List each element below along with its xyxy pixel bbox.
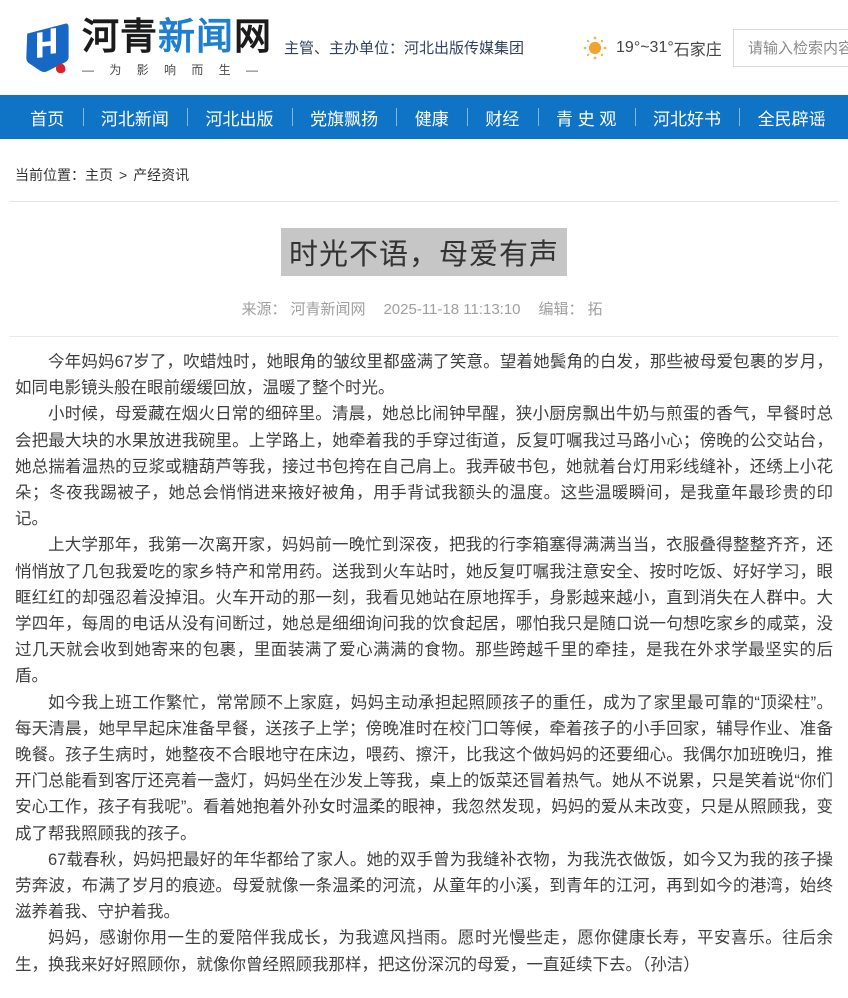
article-paragraph: 上大学那年，我第一次离开家，妈妈前一晚忙到深夜，把我的行李箱塞得满满当当，衣服叠… [15,532,833,689]
weather-widget: 19°~31°石家庄 [582,35,722,61]
site-logo[interactable]: 河青新闻网 — 为 影 响 而 生 — [20,18,272,78]
article-body: 今年妈妈67岁了，吹蜡烛时，她眼角的皱纹里都盛满了笑意。望着她鬓角的白发，那些被… [0,337,848,998]
site-name-part: 河青 [82,16,158,57]
article-paragraph: 如今我上班工作繁忙，常常顾不上家庭，妈妈主动承担起照顾孩子的重任，成为了家里最可… [15,690,833,847]
weather-temp-range: 19°~31° [616,39,674,57]
article-meta: 来源：河青新闻网 2025-11-18 11:13:10 编辑：拓 [0,298,848,319]
article-paragraph: 今年妈妈67岁了，吹蜡烛时，她眼角的皱纹里都盛满了笑意。望着她鬓角的白发，那些被… [15,349,833,401]
heqing-logo-icon [20,19,74,77]
article-page: 时光不语，母爱有声 来源：河青新闻网 2025-11-18 11:13:10 编辑：… [0,228,848,998]
nav-item-history-view[interactable]: 青 史 观 [538,105,635,130]
article-paragraph: 67载春秋，妈妈把最好的年华都给了家人。她的双手曾为我缝补衣物，为我洗衣做饭，如… [15,847,833,926]
site-name-part: 网 [234,16,272,57]
weather-city: 石家庄 [674,36,722,60]
sun-icon [582,35,608,61]
source-value: 河青新闻网 [290,301,365,318]
nav-item-party-flag[interactable]: 党旗飘扬 [292,105,397,130]
main-nav: 首页 河北新闻 河北出版 党旗飘扬 健康 财经 青 史 观 河北好书 全民辟谣 [0,95,848,139]
nav-item-hebei-publishing[interactable]: 河北出版 [187,105,292,130]
nav-item-rumor-refutation[interactable]: 全民辟谣 [739,105,844,130]
breadcrumb: 当前位置：主页 > 产经资讯 [10,139,838,202]
nav-item-health[interactable]: 健康 [396,105,467,130]
editor-label: 编辑： [539,301,584,318]
article-paragraph: 小时候，母爱藏在烟火日常的细碎里。清晨，她总比闹钟早醒，狭小厨房飘出牛奶与煎蛋的… [15,401,833,532]
sponsor-text: 主管、主办单位：河北出版传媒集团 [284,37,524,58]
source-label: 来源： [241,301,286,318]
nav-item-hebei-books[interactable]: 河北好书 [635,105,740,130]
breadcrumb-current-link[interactable]: 产经资讯 [133,167,189,183]
nav-item-hebei-news[interactable]: 河北新闻 [83,105,188,130]
site-header: 河青新闻网 — 为 影 响 而 生 — 主管、主办单位：河北出版传媒集团 19°… [0,0,848,95]
article-paragraph: 妈妈，感谢你用一生的爱陪伴我成长，为我遮风挡雨。愿时光慢些走，愿你健康长寿，平安… [15,925,833,977]
breadcrumb-home-link[interactable]: 主页 [85,167,113,183]
search-input[interactable] [733,29,848,67]
article-title: 时光不语，母爱有声 [281,228,567,276]
editor-value: 拓 [588,301,603,318]
nav-item-home[interactable]: 首页 [12,105,83,130]
site-name-part: 新闻 [158,16,234,57]
breadcrumb-separator: > [119,167,127,183]
site-name: 河青新闻网 [82,18,272,55]
nav-item-finance[interactable]: 财经 [467,105,538,130]
publish-datetime: 2025-11-18 11:13:10 [383,301,520,318]
breadcrumb-label: 当前位置： [15,167,85,183]
site-slogan: — 为 影 响 而 生 — [82,61,272,78]
